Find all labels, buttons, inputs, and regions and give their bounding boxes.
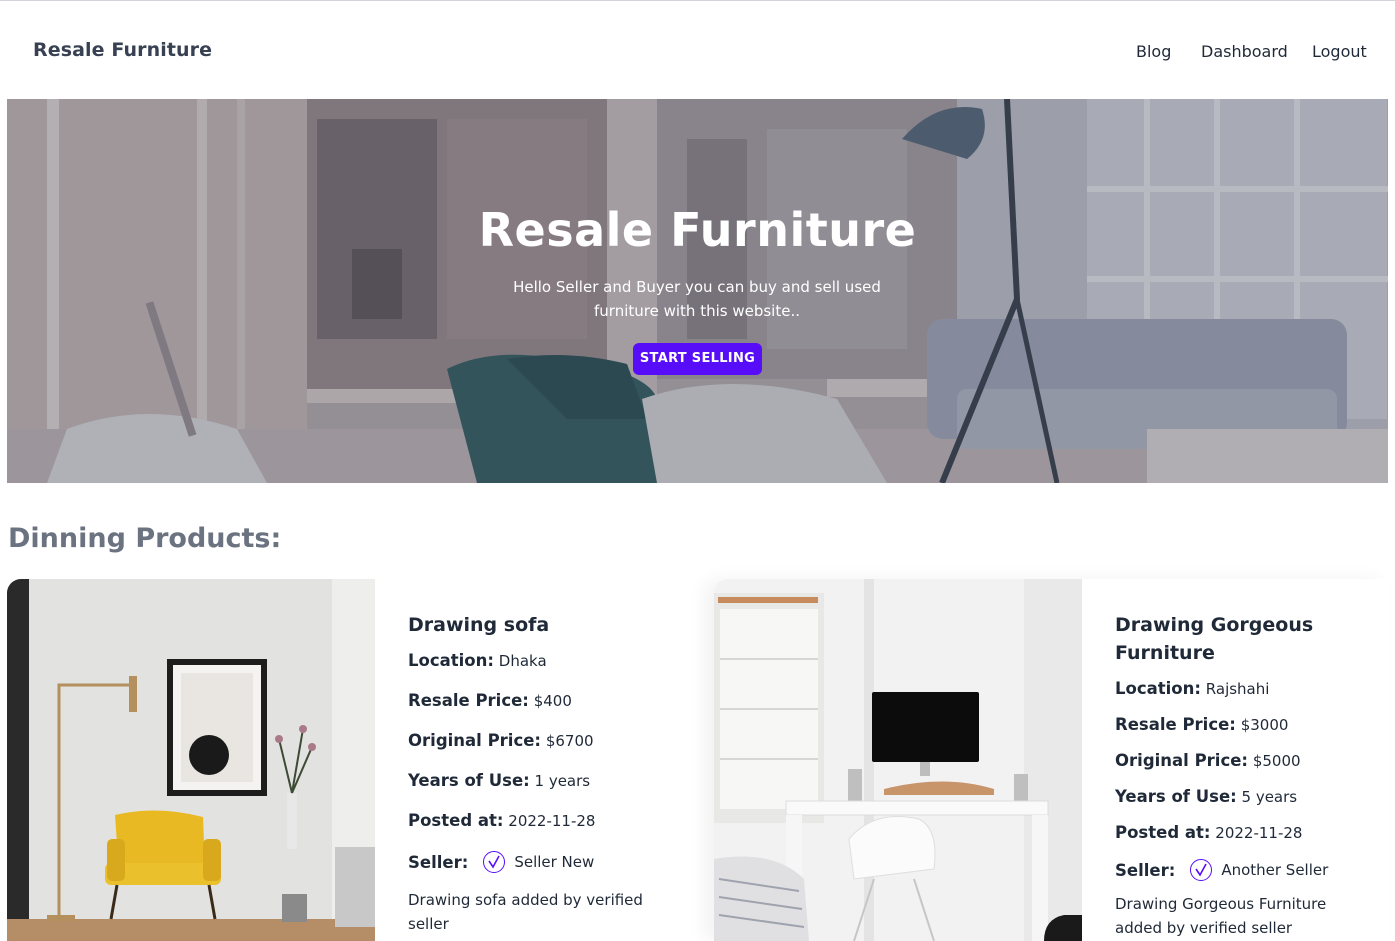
navbar: Resale Furniture Blog Dashboard Logout bbox=[0, 3, 1395, 99]
product-resale-price: Resale Price: $3000 bbox=[1115, 715, 1288, 734]
product-posted-at: Posted at: 2022-11-28 bbox=[1115, 823, 1302, 842]
location-value: Dhaka bbox=[498, 652, 547, 670]
product-title: Drawing sofa bbox=[408, 614, 550, 636]
product-seller: Seller: Seller New bbox=[408, 851, 594, 873]
product-years-of-use: Years of Use: 1 years bbox=[408, 771, 590, 790]
resale-price-value: $400 bbox=[533, 692, 572, 710]
product-years-of-use: Years of Use: 5 years bbox=[1115, 787, 1297, 806]
hero-subtitle: Hello Seller and Buyer you can buy and s… bbox=[513, 278, 881, 320]
resale-price-label: Resale Price: bbox=[1115, 715, 1236, 734]
product-resale-price: Resale Price: $400 bbox=[408, 691, 572, 710]
years-of-use-label: Years of Use: bbox=[408, 771, 530, 790]
resale-price-value: $3000 bbox=[1240, 716, 1289, 734]
product-location: Location: Dhaka bbox=[408, 651, 547, 670]
product-card: Drawing sofa Location: Dhaka Resale Pric… bbox=[7, 579, 683, 941]
years-of-use-label: Years of Use: bbox=[1115, 787, 1237, 806]
original-price-label: Original Price: bbox=[1115, 751, 1249, 770]
resale-price-label: Resale Price: bbox=[408, 691, 529, 710]
product-posted-at: Posted at: 2022-11-28 bbox=[408, 811, 595, 830]
product-location: Location: Rajshahi bbox=[1115, 679, 1269, 698]
years-of-use-value: 5 years bbox=[1241, 788, 1298, 806]
verified-check-icon bbox=[483, 851, 506, 873]
product-original-price: Original Price: $5000 bbox=[1115, 751, 1301, 770]
hero-title: Resale Furniture bbox=[478, 203, 917, 257]
product-image bbox=[7, 579, 375, 941]
product-description: Drawing sofa added by verified seller bbox=[408, 891, 643, 933]
product-description: Drawing Gorgeous Furniture added by veri… bbox=[1115, 895, 1327, 937]
posted-at-label: Posted at: bbox=[408, 811, 504, 830]
location-label: Location: bbox=[408, 651, 494, 670]
seller-label: Seller: bbox=[408, 852, 469, 872]
start-selling-button[interactable]: START SELLING bbox=[633, 343, 762, 375]
hero-banner: Resale Furniture Hello Seller and Buyer … bbox=[7, 99, 1388, 483]
product-title: Drawing Gorgeous Furniture bbox=[1115, 614, 1314, 664]
seller-name: Seller New bbox=[514, 853, 595, 871]
original-price-value: $5000 bbox=[1252, 752, 1301, 770]
original-price-label: Original Price: bbox=[408, 731, 542, 750]
nav-link-dashboard[interactable]: Dashboard bbox=[1201, 42, 1288, 61]
verified-check-icon bbox=[1190, 859, 1213, 881]
nav-link-blog[interactable]: Blog bbox=[1136, 42, 1171, 61]
brand-logo-text[interactable]: Resale Furniture bbox=[33, 39, 212, 61]
posted-at-value: 2022-11-28 bbox=[508, 812, 596, 830]
product-seller: Seller: Another Seller bbox=[1115, 859, 1328, 881]
product-original-price: Original Price: $6700 bbox=[408, 731, 594, 750]
product-image bbox=[714, 579, 1082, 941]
location-value: Rajshahi bbox=[1205, 680, 1270, 698]
posted-at-label: Posted at: bbox=[1115, 823, 1211, 842]
posted-at-value: 2022-11-28 bbox=[1215, 824, 1303, 842]
product-card: Drawing Gorgeous Furniture Location: Raj… bbox=[714, 579, 1389, 941]
location-label: Location: bbox=[1115, 679, 1201, 698]
years-of-use-value: 1 years bbox=[534, 772, 591, 790]
section-title: Dinning Products: bbox=[8, 523, 282, 554]
seller-label: Seller: bbox=[1115, 860, 1176, 880]
seller-name: Another Seller bbox=[1221, 861, 1329, 879]
nav-link-logout[interactable]: Logout bbox=[1312, 42, 1367, 61]
original-price-value: $6700 bbox=[545, 732, 594, 750]
